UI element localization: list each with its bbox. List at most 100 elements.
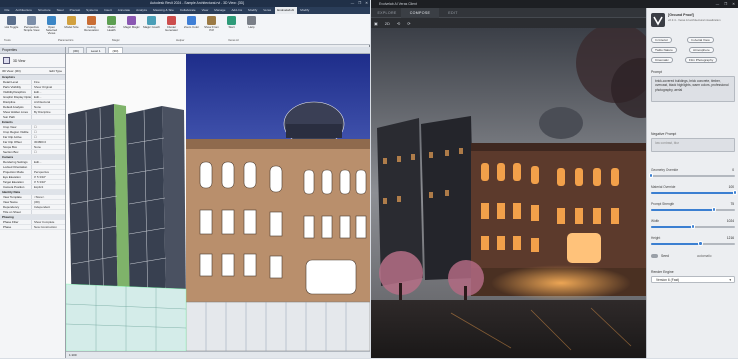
slider-track[interactable]: [651, 190, 738, 195]
view-tab[interactable]: {3D}: [107, 47, 124, 53]
property-row[interactable]: Phase New Construction: [0, 225, 65, 230]
property-value[interactable]: None: [31, 105, 65, 109]
ribbon-tab[interactable]: Structure: [36, 7, 54, 14]
property-value[interactable]: 0' 5 3/32": [31, 180, 65, 184]
property-value[interactable]: 304800.0: [31, 140, 65, 144]
seed-value[interactable]: automatic: [697, 254, 712, 258]
style-chip-aerial[interactable]: In Aerial View: [687, 37, 714, 43]
ribbon-button[interactable]: Help: [243, 16, 260, 36]
ribbon-tab[interactable]: Precast: [67, 7, 83, 14]
slider-handle[interactable]: [690, 224, 696, 229]
property-value[interactable]: Independent: [31, 205, 65, 209]
slider-track[interactable]: [651, 241, 735, 246]
slider-track[interactable]: [648, 173, 735, 178]
undo-icon[interactable]: ⟲: [397, 21, 400, 26]
ribbon-tab[interactable]: Annotate: [115, 7, 132, 14]
save-icon[interactable]: ▣: [374, 21, 378, 26]
view-scale[interactable]: 1:100: [66, 353, 77, 357]
ribbon-button[interactable]: Ceiling Renovation: [83, 16, 100, 36]
3d-viewport[interactable]: {3D} Level 1 {3D}: [66, 47, 370, 358]
slider-value[interactable]: 1024: [727, 219, 734, 223]
minimize-button[interactable]: —: [351, 0, 354, 7]
building-model-view[interactable]: [66, 54, 370, 351]
prompt-textarea[interactable]: brick-covered buildings, brick concrete,…: [651, 76, 735, 102]
tab-edit[interactable]: EDIT: [443, 8, 463, 18]
slider-value[interactable]: 75: [730, 202, 734, 206]
ribbon-tab[interactable]: Add-Ins: [229, 7, 245, 14]
edit-type-button[interactable]: Edit Type: [50, 68, 62, 74]
view-tab[interactable]: Level 1: [85, 47, 106, 53]
maximize-button[interactable]: ❐: [724, 0, 727, 8]
property-value[interactable]: ☐: [31, 125, 65, 129]
ribbon-button[interactable]: Cluster Generator: [163, 16, 180, 36]
instance-selector[interactable]: 3D View: {3D} Edit Type: [0, 68, 65, 75]
slider-handle[interactable]: [698, 241, 703, 246]
ribbon-tab[interactable]: Architecture: [13, 7, 35, 14]
ribbon-button[interactable]: Start: [223, 16, 240, 36]
style-chip-atmosphere[interactable]: Atmosphere: [689, 47, 714, 53]
property-value[interactable]: By Discipline: [31, 110, 65, 114]
property-value[interactable]: [31, 165, 65, 169]
ribbon-tab[interactable]: Manage: [212, 7, 228, 14]
property-value[interactable]: Architectural: [31, 100, 65, 104]
slider-value[interactable]: 1216: [727, 236, 734, 240]
property-value[interactable]: New Construction: [31, 225, 65, 229]
ribbon-button[interactable]: Magic Coach: [143, 16, 160, 36]
ribbon-button[interactable]: Model Size: [63, 16, 80, 36]
tab-explore[interactable]: EXPLORE: [375, 8, 399, 18]
style-chip-interior[interactable]: In Interior: [651, 37, 673, 43]
ribbon-tab[interactable]: Insert: [102, 7, 115, 14]
ribbon-button[interactable]: Model Health: [103, 16, 120, 36]
property-value[interactable]: [31, 210, 65, 214]
slider-track[interactable]: [651, 207, 735, 212]
slider-value[interactable]: 0: [732, 168, 734, 172]
ribbon-tab[interactable]: View: [199, 7, 211, 14]
ribbon-button[interactable]: Show From Pdf: [203, 16, 220, 36]
redo-icon[interactable]: ⟳: [407, 21, 410, 26]
style-chip-nature[interactable]: Twilio Nature: [651, 47, 677, 53]
ribbon-tab[interactable]: Evolvelab AI: [274, 7, 297, 14]
property-value[interactable]: ☐: [31, 150, 65, 154]
ribbon-button[interactable]: Perspective Simple View: [23, 16, 40, 36]
close-button[interactable]: ✕: [365, 0, 368, 7]
render-engine-select[interactable]: Version 6 (Fast) ▾: [651, 276, 735, 283]
ribbon-button[interactable]: Open Selected Views: [43, 16, 60, 36]
property-value[interactable]: {3D}: [31, 200, 65, 204]
property-value[interactable]: Explicit: [31, 185, 65, 189]
ribbon-tab[interactable]: Steel: [54, 7, 66, 14]
type-selector[interactable]: 3D View: [0, 54, 65, 68]
property-value[interactable]: Show Complete: [31, 220, 65, 224]
slider-handle[interactable]: [648, 173, 654, 178]
property-value[interactable]: ☐: [31, 135, 65, 139]
property-value[interactable]: Fine: [31, 80, 65, 84]
property-value[interactable]: Edit...: [31, 160, 65, 164]
ribbon-tab[interactable]: Veras: [261, 7, 274, 14]
property-value[interactable]: Edit...: [31, 95, 65, 99]
slider-handle[interactable]: [732, 190, 738, 195]
maximize-button[interactable]: ❐: [358, 0, 361, 7]
ribbon-button[interactable]: Hot Toggle: [3, 16, 20, 36]
slider-handle[interactable]: [711, 207, 717, 212]
property-value[interactable]: 0' 5 3/32": [31, 175, 65, 179]
ribbon-tab[interactable]: Collaborate: [177, 7, 198, 14]
ribbon-button[interactable]: Magic Magic: [123, 16, 140, 36]
seed-toggle[interactable]: [651, 254, 658, 258]
slider-value[interactable]: 100: [729, 185, 734, 189]
property-value[interactable]: Edit...: [31, 90, 65, 94]
ribbon-tab[interactable]: Systems: [84, 7, 101, 14]
style-chip-cinematic[interactable]: Cinematic: [651, 57, 673, 63]
negative-prompt-textarea[interactable]: low contrast, blur: [651, 138, 735, 152]
ribbon-tab[interactable]: Modify: [246, 7, 260, 14]
ribbon-tab[interactable]: File: [2, 7, 12, 14]
close-button[interactable]: ✕: [732, 0, 735, 8]
ribbon-tab[interactable]: Modify: [298, 7, 312, 14]
ribbon-button[interactable]: Zoom Color: [183, 16, 200, 36]
2d-toggle-button[interactable]: 2D: [385, 21, 390, 26]
minimize-button[interactable]: —: [716, 0, 719, 8]
property-value[interactable]: None: [31, 145, 65, 149]
property-value[interactable]: <None>: [31, 195, 65, 199]
slider-track[interactable]: [651, 224, 735, 229]
ribbon-tab[interactable]: Analyze: [134, 7, 150, 14]
tab-compose[interactable]: COMPOSE: [401, 8, 439, 18]
property-value[interactable]: ☐: [31, 130, 65, 134]
